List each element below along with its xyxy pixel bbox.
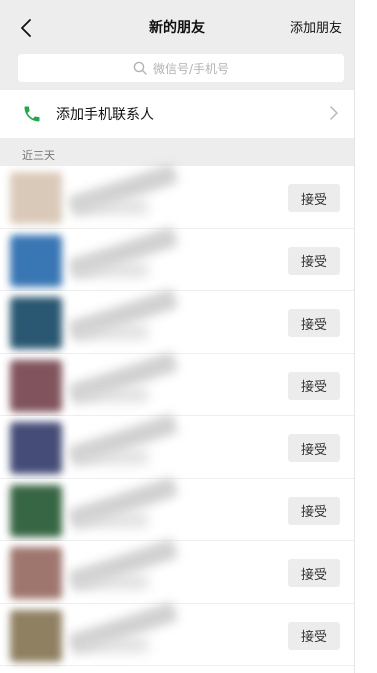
- avatar[interactable]: [10, 484, 62, 537]
- friend-request-row[interactable]: 接受: [0, 163, 354, 229]
- top-bar: 新的朋友 添加朋友 微信号/手机号: [0, 0, 354, 90]
- blurred-message: [78, 450, 148, 464]
- blurred-message: [78, 325, 148, 339]
- add-friend-button[interactable]: 添加朋友: [290, 17, 342, 36]
- blurred-message: [78, 200, 148, 214]
- section-label: 近三天: [22, 149, 55, 162]
- accept-button[interactable]: 接受: [288, 246, 340, 275]
- search-input[interactable]: 微信号/手机号: [18, 54, 344, 82]
- section-header: 近三天: [0, 138, 354, 166]
- search-icon: [133, 61, 147, 75]
- search-placeholder: 微信号/手机号: [152, 61, 230, 76]
- phone-icon: [24, 106, 40, 122]
- blurred-message: [78, 387, 148, 402]
- blurred-message: [78, 637, 148, 652]
- accept-button[interactable]: 接受: [288, 559, 340, 587]
- accept-button[interactable]: 接受: [288, 621, 340, 650]
- add-phone-contacts-label: 添加手机联系人: [56, 107, 154, 123]
- accept-button[interactable]: 接受: [288, 184, 340, 212]
- blurred-message: [78, 512, 148, 527]
- friend-request-row[interactable]: 接受: [0, 225, 354, 291]
- blurred-message: [78, 575, 148, 589]
- avatar[interactable]: [10, 422, 62, 474]
- friend-request-row[interactable]: 接受: [0, 288, 354, 354]
- avatar[interactable]: [10, 234, 62, 287]
- avatar[interactable]: [10, 172, 62, 224]
- avatar[interactable]: [10, 609, 62, 662]
- blurred-message: [78, 262, 148, 277]
- add-phone-contacts-row[interactable]: 添加手机联系人: [0, 90, 354, 138]
- accept-button[interactable]: 接受: [288, 309, 340, 337]
- friend-request-row[interactable]: 接受: [0, 600, 354, 666]
- accept-button[interactable]: 接受: [288, 434, 340, 462]
- accept-button[interactable]: 接受: [288, 371, 340, 400]
- avatar[interactable]: [10, 297, 62, 349]
- friend-request-row[interactable]: 接受: [0, 538, 354, 604]
- avatar[interactable]: [10, 547, 62, 599]
- friend-request-list: 接受 接受 接受 接受 接受 接受 接受 接受: [0, 163, 354, 666]
- avatar[interactable]: [10, 359, 62, 412]
- chevron-right-icon: [330, 106, 338, 120]
- friend-request-row[interactable]: 接受: [0, 475, 354, 541]
- friend-request-row[interactable]: 接受: [0, 413, 354, 479]
- accept-button[interactable]: 接受: [288, 496, 340, 525]
- screen-edge: [354, 0, 377, 673]
- friend-request-row[interactable]: 接受: [0, 350, 354, 416]
